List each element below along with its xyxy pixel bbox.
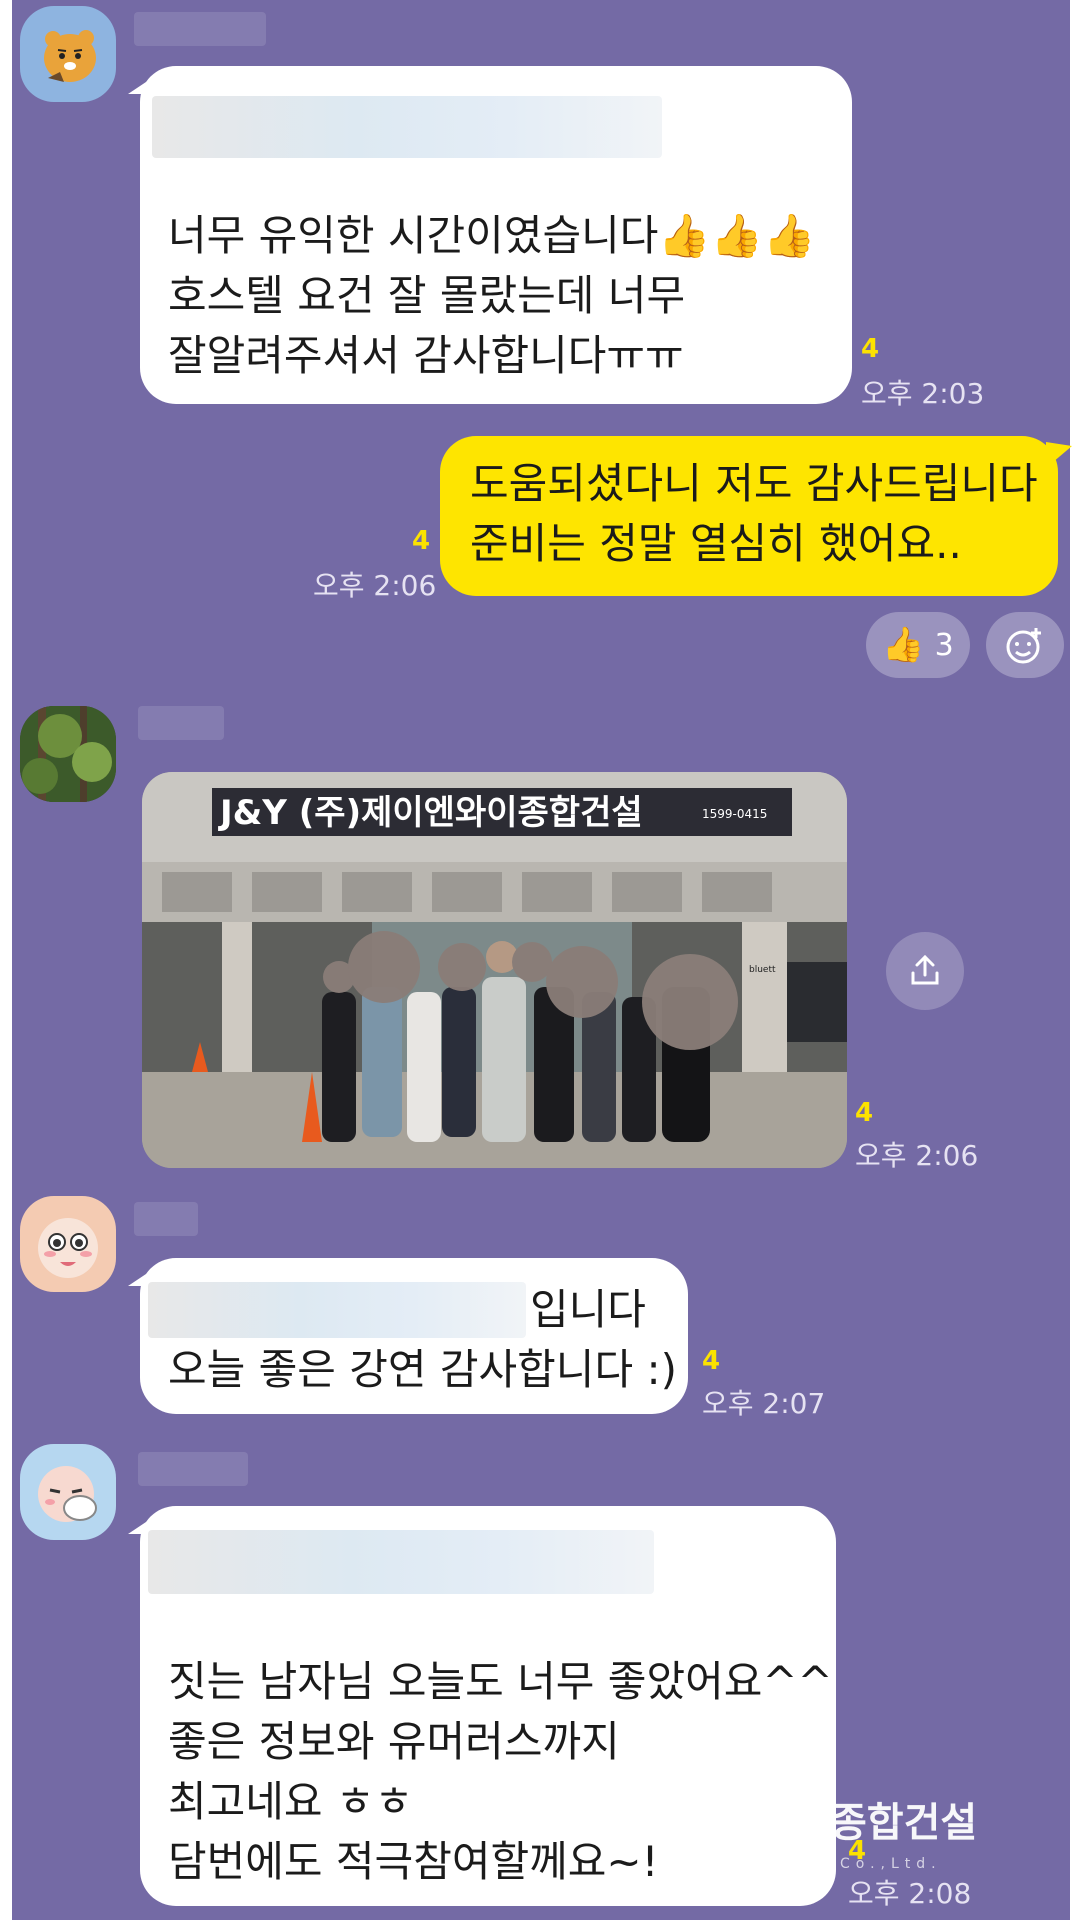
sender-name-blurred [134,1202,198,1236]
thumbs-up-icon: 👍 [882,625,925,665]
unread-count: 4 [848,1836,867,1866]
message-time: 오후 2:07 [702,1387,826,1420]
reaction-badge[interactable]: 👍 3 [866,612,970,678]
unread-count: 4 [412,526,431,556]
share-icon [911,954,939,985]
message-time: 오후 2:06 [313,569,437,602]
unread-count: 4 [702,1346,721,1376]
avatar-forest[interactable] [20,706,116,802]
message-time: 오후 2:03 [861,377,985,410]
share-button[interactable] [886,932,964,1010]
unread-count: 4 [861,334,880,364]
redacted-text [148,1282,526,1338]
message-text-line: 오늘 좋은 강연 감사합니다 :) [168,1345,677,1394]
message-text-line: 짓는 남자님 오늘도 너무 좋았어요^^ [168,1657,833,1706]
message-bubble-1[interactable]: 너무 유익한 시간이였습니다👍👍👍 호스텔 요건 잘 몰랐는데 너무 잘알려주셔… [128,66,852,404]
message-text-line: 잘알려주셔서 감사합니다ㅠㅠ [168,331,684,380]
add-emoji-button[interactable] [986,612,1064,678]
message-text-line: 최고네요 ㅎㅎ [168,1777,414,1826]
sender-name-blurred [134,12,266,46]
reaction-count: 3 [934,627,954,663]
message-text-line: 너무 유익한 시간이였습니다👍👍👍 [168,211,816,260]
message-bubble-4[interactable]: 입니다 오늘 좋은 강연 감사합니다 :) [128,1258,688,1414]
message-time: 오후 2:08 [848,1877,972,1910]
sender-name-blurred [138,1452,248,1486]
building-sign-phone: 1599-0415 [702,807,767,821]
message-text-line: 준비는 정말 열심히 했어요.. [470,519,962,568]
message-text-line: 입니다 [530,1285,646,1334]
store-sign-text: bluett [749,965,776,975]
message-text-line: 담번에도 적극참여할께요~! [168,1837,659,1886]
sender-name-blurred [138,706,224,740]
building-sign-text: J&Y (주)제이엔와이종합건설 [218,793,643,833]
message-text-line: 도움되셨다니 저도 감사드립니다 [470,459,1038,508]
avatar-apeach[interactable] [20,1196,116,1292]
avatar-ryan[interactable] [20,6,116,102]
message-text-line: 좋은 정보와 유머러스까지 [168,1717,620,1766]
add-emoji-icon [1006,628,1041,664]
redacted-text [152,96,662,158]
message-time: 오후 2:06 [855,1139,979,1172]
unread-count: 4 [855,1098,874,1128]
redacted-text [148,1530,654,1594]
message-text-line: 호스텔 요건 잘 몰랐는데 너무 [168,271,686,320]
message-bubble-5[interactable]: 짓는 남자님 오늘도 너무 좋았어요^^ 좋은 정보와 유머러스까지 최고네요 … [128,1506,836,1906]
avatar-apeach-2[interactable] [20,1444,116,1540]
group-photo[interactable]: J&Y (주)제이엔와이종합건설 1599-0415 bluett [142,772,847,1168]
my-message-bubble[interactable]: 도움되셨다니 저도 감사드립니다 준비는 정말 열심히 했어요.. [440,436,1072,596]
